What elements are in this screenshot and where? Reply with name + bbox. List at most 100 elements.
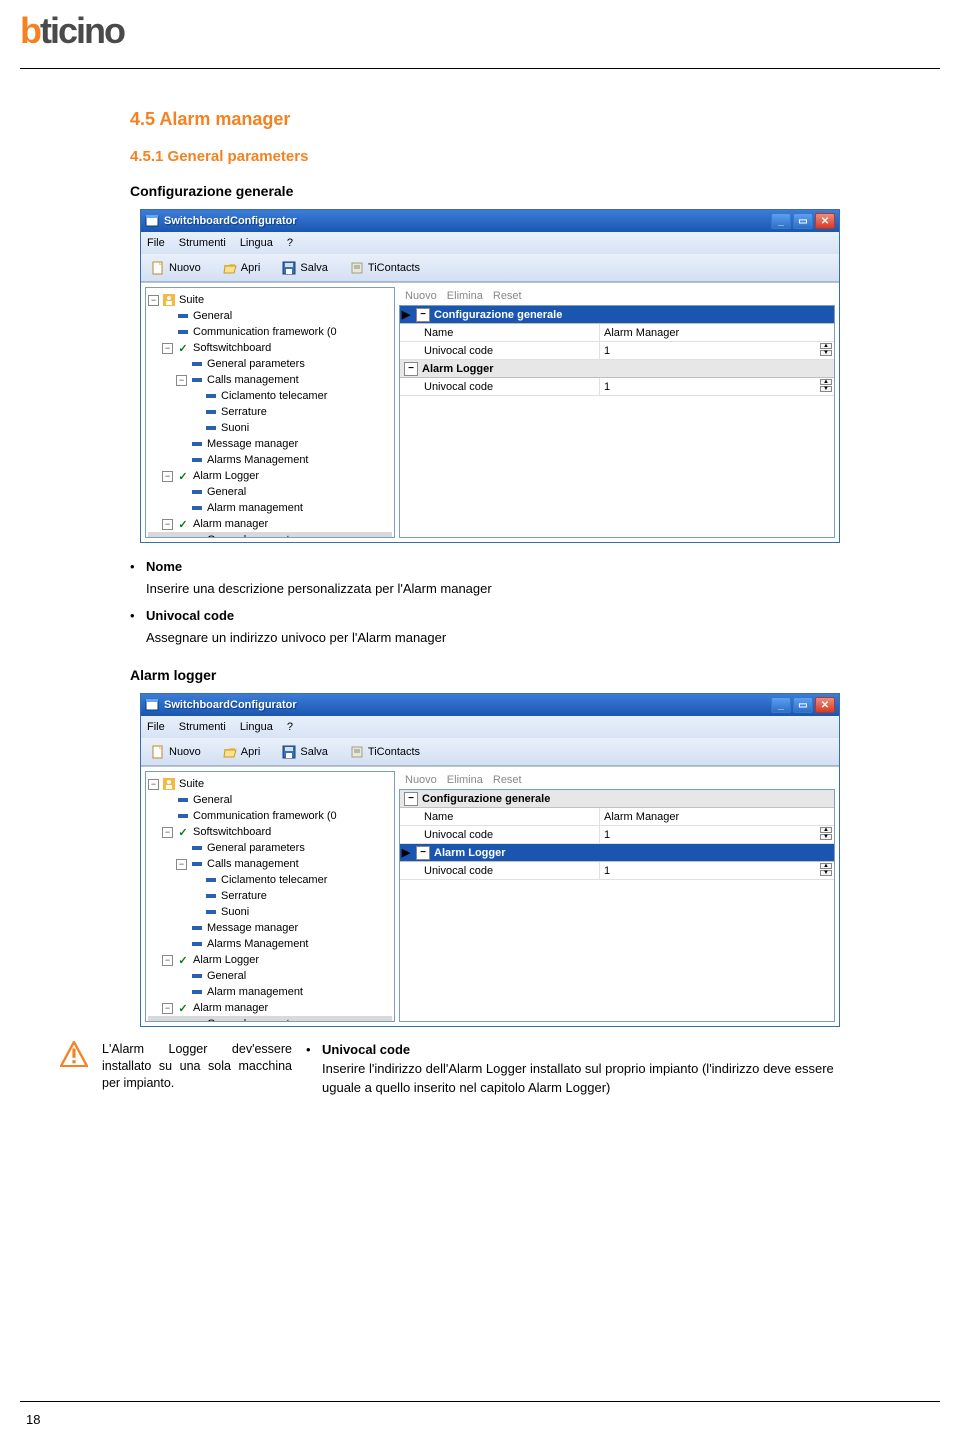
spinner-control[interactable]: ▲▼ <box>820 379 832 392</box>
spin-down-icon[interactable]: ▼ <box>820 870 832 876</box>
tree-al-general[interactable]: General <box>148 968 392 984</box>
tree-suite[interactable]: −Suite <box>148 292 392 308</box>
tree-general[interactable]: General <box>148 308 392 324</box>
tree-serr[interactable]: Serrature <box>148 888 392 904</box>
collapse-icon[interactable]: − <box>404 362 418 376</box>
prop-header-logger[interactable]: −Alarm Logger <box>400 360 834 378</box>
warning-triangle-icon <box>60 1041 88 1067</box>
collapse-icon[interactable]: − <box>416 308 430 322</box>
tree-msgmgr[interactable]: Message manager <box>148 920 392 936</box>
minimize-button[interactable]: _ <box>771 697 791 713</box>
spin-up-icon[interactable]: ▲ <box>820 343 832 349</box>
menu-strumenti[interactable]: Strumenti <box>179 721 226 733</box>
tree-genparams[interactable]: General parameters <box>148 356 392 372</box>
tree-alarmmgr[interactable]: −✓Alarm manager <box>148 516 392 532</box>
tree-pane[interactable]: −Suite General Communication framework (… <box>145 287 395 538</box>
tree-cicl[interactable]: Ciclamento telecamer <box>148 872 392 888</box>
menu-strumenti[interactable]: Strumenti <box>179 237 226 249</box>
tool-apri[interactable]: Apri <box>219 259 265 277</box>
tree-suoni[interactable]: Suoni <box>148 904 392 920</box>
tree-al-general[interactable]: General <box>148 484 392 500</box>
prop-elimina[interactable]: Elimina <box>447 774 483 786</box>
menu-lingua[interactable]: Lingua <box>240 237 273 249</box>
spin-up-icon[interactable]: ▲ <box>820 379 832 385</box>
maximize-button[interactable]: ▭ <box>793 697 813 713</box>
footer-rule <box>20 1401 940 1402</box>
prop-row-univocal[interactable]: Univocal code1▲▼ <box>400 342 834 360</box>
tool-salva[interactable]: Salva <box>278 743 332 761</box>
close-button[interactable]: ✕ <box>815 213 835 229</box>
tool-ticontacts[interactable]: TiContacts <box>346 743 424 761</box>
spinner-control[interactable]: ▲▼ <box>820 827 832 840</box>
tree-commfw[interactable]: Communication framework (0 <box>148 808 392 824</box>
menu-help[interactable]: ? <box>287 721 293 733</box>
prop-row-univocal[interactable]: Univocal code1▲▼ <box>400 826 834 844</box>
save-disk-icon <box>282 745 296 759</box>
prop-header-conf[interactable]: −Configurazione generale <box>400 790 834 808</box>
tool-nuovo[interactable]: Nuovo <box>147 259 205 277</box>
tree-am-genparams[interactable]: General parameters <box>148 532 392 538</box>
tree-al-mgmt[interactable]: Alarm management <box>148 500 392 516</box>
prop-nuovo[interactable]: Nuovo <box>405 290 437 302</box>
bullet-uc2-label: Univocal code <box>322 1041 410 1060</box>
warning-note-text: L'Alarm Logger dev'essere installato su … <box>102 1041 292 1092</box>
tree-suoni[interactable]: Suoni <box>148 420 392 436</box>
menu-file[interactable]: File <box>147 237 165 249</box>
tree-am-genparams[interactable]: General parameters <box>148 1016 392 1022</box>
spinner-control[interactable]: ▲▼ <box>820 343 832 356</box>
header-rule <box>20 68 940 69</box>
tree-suite[interactable]: −Suite <box>148 776 392 792</box>
prop-header-logger[interactable]: ▶−Alarm Logger <box>400 844 834 862</box>
menu-help[interactable]: ? <box>287 237 293 249</box>
tree-pane[interactable]: −Suite General Communication framework (… <box>145 771 395 1022</box>
spinner-control[interactable]: ▲▼ <box>820 863 832 876</box>
tree-genparams[interactable]: General parameters <box>148 840 392 856</box>
minimize-button[interactable]: _ <box>771 213 791 229</box>
tree-softsb[interactable]: −✓Softswitchboard <box>148 824 392 840</box>
tool-apri[interactable]: Apri <box>219 743 265 761</box>
brand-logo: bticino <box>20 10 940 52</box>
maximize-button[interactable]: ▭ <box>793 213 813 229</box>
prop-elimina[interactable]: Elimina <box>447 290 483 302</box>
spin-down-icon[interactable]: ▼ <box>820 834 832 840</box>
collapse-icon[interactable]: − <box>404 792 418 806</box>
tree-general[interactable]: General <box>148 792 392 808</box>
tool-salva[interactable]: Salva <box>278 259 332 277</box>
tree-callsmgmt[interactable]: −Calls management <box>148 372 392 388</box>
spin-up-icon[interactable]: ▲ <box>820 827 832 833</box>
prop-row-logger-uc[interactable]: Univocal code1▲▼ <box>400 862 834 880</box>
tree-al-mgmt[interactable]: Alarm management <box>148 984 392 1000</box>
prop-reset[interactable]: Reset <box>493 290 522 302</box>
menu-lingua[interactable]: Lingua <box>240 721 273 733</box>
prop-reset[interactable]: Reset <box>493 774 522 786</box>
prop-header-conf[interactable]: ▶−Configurazione generale <box>400 306 834 324</box>
tree-msgmgr[interactable]: Message manager <box>148 436 392 452</box>
tree-alarmlogger[interactable]: −✓Alarm Logger <box>148 952 392 968</box>
tree-cicl[interactable]: Ciclamento telecamer <box>148 388 392 404</box>
prop-row-logger-uc[interactable]: Univocal code1▲▼ <box>400 378 834 396</box>
toolbar: Nuovo Apri Salva TiContacts <box>141 738 839 766</box>
tree-callsmgmt[interactable]: −Calls management <box>148 856 392 872</box>
topic-alarm-logger: Alarm logger <box>130 667 870 683</box>
bullets-alarm-logger: •Univocal code Inserire l'indirizzo dell… <box>306 1041 870 1098</box>
spin-up-icon[interactable]: ▲ <box>820 863 832 869</box>
window-title: SwitchboardConfigurator <box>164 215 771 227</box>
collapse-icon[interactable]: − <box>416 846 430 860</box>
menu-file[interactable]: File <box>147 721 165 733</box>
tree-alarmsmgmt[interactable]: Alarms Management <box>148 452 392 468</box>
prop-row-name[interactable]: NameAlarm Manager <box>400 808 834 826</box>
tree-alarmlogger[interactable]: −✓Alarm Logger <box>148 468 392 484</box>
prop-row-name[interactable]: NameAlarm Manager <box>400 324 834 342</box>
tool-ticontacts[interactable]: TiContacts <box>346 259 424 277</box>
tree-alarmsmgmt[interactable]: Alarms Management <box>148 936 392 952</box>
tool-nuovo[interactable]: Nuovo <box>147 743 205 761</box>
close-button[interactable]: ✕ <box>815 697 835 713</box>
tree-commfw[interactable]: Communication framework (0 <box>148 324 392 340</box>
tree-serr[interactable]: Serrature <box>148 404 392 420</box>
tree-alarmmgr[interactable]: −✓Alarm manager <box>148 1000 392 1016</box>
spin-down-icon[interactable]: ▼ <box>820 350 832 356</box>
tree-softsb[interactable]: −✓Softswitchboard <box>148 340 392 356</box>
spin-down-icon[interactable]: ▼ <box>820 386 832 392</box>
topic-conf-generale: Configurazione generale <box>130 183 870 199</box>
prop-nuovo[interactable]: Nuovo <box>405 774 437 786</box>
